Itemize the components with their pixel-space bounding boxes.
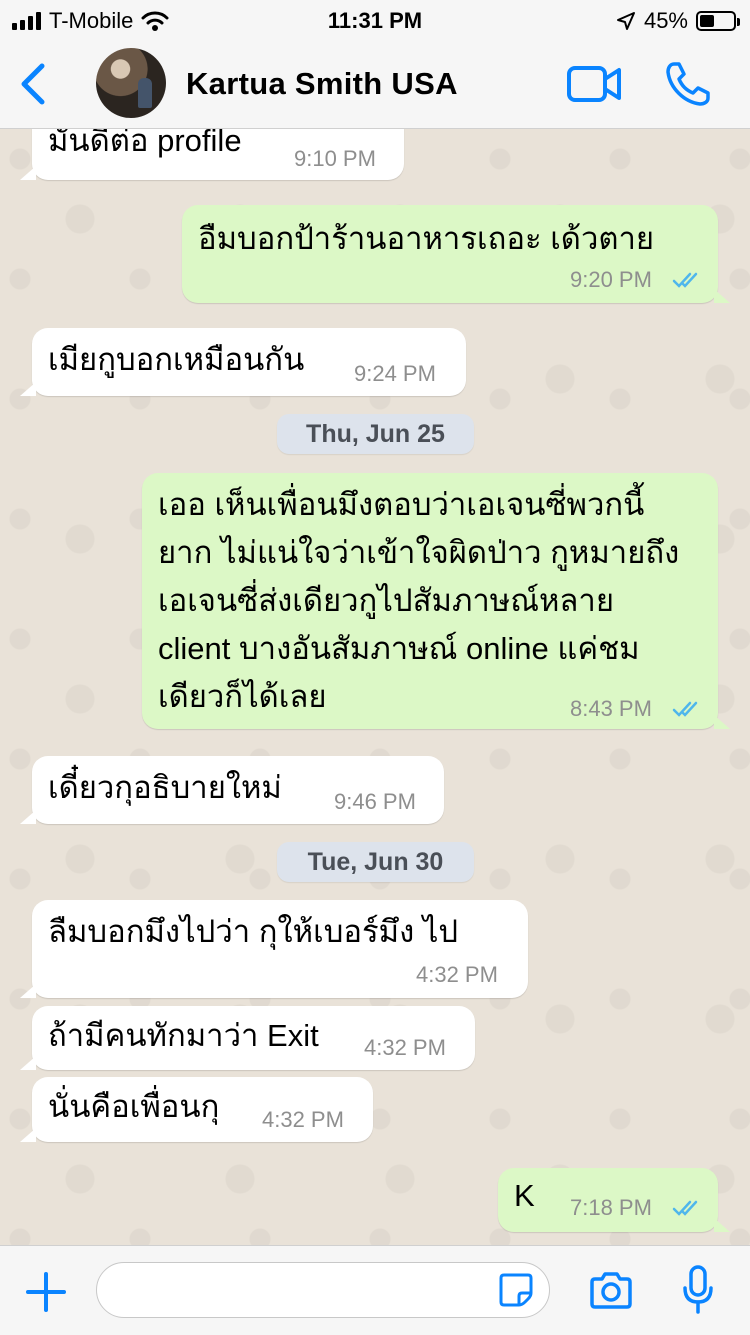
avatar[interactable]	[96, 48, 166, 118]
phone-icon[interactable]	[664, 60, 712, 108]
battery-percent: 45%	[643, 8, 688, 33]
message-incoming[interactable]: นั่นคือเพื่อนกุ 4:32 PM	[20, 1077, 373, 1142]
contact-name[interactable]: Kartua Smith USA	[186, 66, 458, 102]
message-time: 4:32 PM	[416, 962, 498, 987]
message-input[interactable]	[96, 1262, 550, 1318]
compose-bar	[0, 1245, 750, 1335]
message-time: 8:43 PM	[570, 696, 652, 721]
message-text: ถ้ามีคนทักมาว่า Exit	[48, 1018, 319, 1053]
sticker-icon[interactable]	[498, 1272, 534, 1308]
message-time: 9:24 PM	[354, 361, 436, 386]
message-time: 4:32 PM	[262, 1107, 344, 1132]
microphone-icon[interactable]	[682, 1264, 714, 1316]
message-text: เออ เห็นเพื่อนมึงตอบว่าเอเจนซี่พวกนี้ ยา…	[158, 487, 680, 714]
status-right: 45%	[616, 8, 740, 34]
status-bar: T-Mobile 11:31 PM 45%	[0, 0, 750, 40]
location-arrow-icon	[616, 12, 635, 30]
message-incoming[interactable]: ลืมบอกมึงไปว่า กุให้เบอร์มึง ไป 4:32 PM	[20, 900, 528, 998]
read-ticks-icon	[672, 272, 698, 288]
message-text: เมียกูบอกเหมือนกัน	[48, 342, 305, 377]
back-chevron-icon[interactable]	[14, 60, 54, 108]
date-divider: Thu, Jun 25	[277, 414, 474, 454]
message-time: 7:18 PM	[570, 1195, 652, 1220]
message-time: 4:32 PM	[364, 1035, 446, 1060]
message-outgoing[interactable]: K 7:18 PM	[498, 1168, 730, 1232]
message-outgoing[interactable]: อืมบอกป้าร้านอาหารเถอะ เด้วตาย 9:20 PM	[182, 205, 730, 303]
battery-icon	[696, 11, 740, 31]
read-ticks-icon	[672, 701, 698, 717]
plus-icon[interactable]	[24, 1270, 68, 1314]
chat-header: Kartua Smith USA	[0, 40, 750, 129]
message-incoming[interactable]: เมียกูบอกเหมือนกัน 9:24 PM	[20, 328, 466, 396]
read-ticks-icon	[672, 1200, 698, 1216]
message-time: 9:10 PM	[294, 146, 376, 171]
message-text: อืมบอกป้าร้านอาหารเถอะ เด้วตาย	[198, 221, 655, 256]
message-text: ลืมบอกมึงไปว่า กุให้เบอร์มึง ไป	[48, 914, 459, 949]
message-text: นั่นคือเพื่อนกุ	[48, 1089, 220, 1124]
message-text: เดี๋ยวกุอธิบายใหม่	[48, 770, 282, 805]
message-incoming[interactable]: มันดีต่อ profile 9:10 PM	[20, 129, 404, 180]
message-incoming[interactable]: เดี๋ยวกุอธิบายใหม่ 9:46 PM	[20, 756, 444, 824]
message-incoming[interactable]: ถ้ามีคนทักมาว่า Exit 4:32 PM	[20, 1006, 475, 1070]
video-call-icon[interactable]	[566, 64, 622, 104]
date-divider: Tue, Jun 30	[277, 842, 474, 882]
message-time: 9:20 PM	[570, 267, 652, 292]
chat-area[interactable]: มันดีต่อ profile 9:10 PM อืมบอกป้าร้านอา…	[0, 129, 750, 1245]
message-outgoing[interactable]: เออ เห็นเพื่อนมึงตอบว่าเอเจนซี่พวกนี้ ยา…	[142, 473, 730, 729]
message-time: 9:46 PM	[334, 789, 416, 814]
message-text: K	[514, 1178, 535, 1213]
camera-icon[interactable]	[588, 1270, 634, 1310]
message-text: มันดีต่อ profile	[48, 129, 242, 158]
